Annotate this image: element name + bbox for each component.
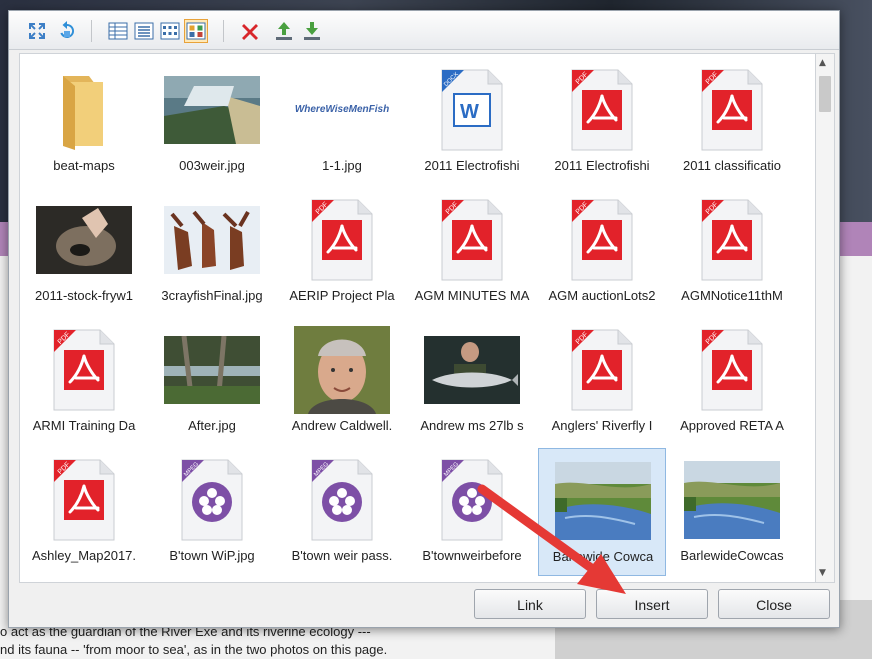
image-thumbnail: [162, 196, 262, 284]
logo-text: WhereWiseMenFish: [294, 104, 390, 115]
file-name-label: Andrew Caldwell.: [291, 418, 393, 433]
upload-icon[interactable]: [273, 20, 295, 42]
file-item[interactable]: PDF 2011 Electrofishi: [538, 58, 666, 186]
toolbar-separator: [223, 20, 224, 42]
pdf-file-icon: PDF: [34, 326, 134, 414]
file-name-label: beat-maps: [53, 158, 115, 173]
file-name-label: Barlewide Cowca: [552, 549, 654, 564]
logo-file-icon: WhereWiseMenFish: [292, 66, 392, 154]
file-name-label: AERIP Project Pla: [289, 288, 395, 303]
file-item[interactable]: Andrew ms 27lb s: [408, 318, 536, 446]
file-grid[interactable]: beat-maps 003weir.jpg WhereWiseMenFish 1-1.…: [19, 53, 817, 583]
file-item[interactable]: 3crayfishFinal.jpg: [148, 188, 276, 316]
button-bar: Link Insert Close: [9, 584, 839, 627]
image-thumbnail: [422, 326, 522, 414]
file-name-label: B'townweirbefore: [422, 548, 522, 563]
file-name-label: 2011 Electrofishi: [424, 158, 520, 173]
image-thumbnail: [162, 66, 262, 154]
file-item[interactable]: After.jpg: [148, 318, 276, 446]
mpeg-file-icon: MPEG: [162, 456, 262, 544]
background-text-line: nd its fauna -- 'from moor to sea', as i…: [0, 642, 388, 657]
image-thumbnail: [162, 326, 262, 414]
file-item[interactable]: PDF Approved RETA A: [668, 318, 796, 446]
mpeg-file-icon: MPEG: [422, 456, 522, 544]
scroll-up-icon[interactable]: ▲: [819, 58, 826, 68]
file-name-label: AGMNotice11thM: [681, 288, 783, 303]
folder-file-icon: [34, 66, 134, 154]
mpeg-file-icon: MPEG: [292, 456, 392, 544]
image-thumbnail: [292, 326, 392, 414]
file-name-label: AGM auctionLots2: [548, 288, 656, 303]
pdf-file-icon: PDF: [552, 196, 652, 284]
file-name-label: Andrew ms 27lb s: [420, 418, 524, 433]
toolbar: [9, 11, 839, 50]
vertical-scrollbar[interactable]: ▲ ▼: [815, 53, 835, 583]
file-name-label: 2011 classificatio: [682, 158, 782, 173]
insert-button[interactable]: Insert: [596, 589, 708, 619]
pdf-file-icon: PDF: [682, 326, 782, 414]
file-item[interactable]: PDF AGM auctionLots2: [538, 188, 666, 316]
image-thumbnail: [553, 457, 653, 545]
file-item[interactable]: MPEG B'town WiP.jpg: [148, 448, 276, 576]
file-item[interactable]: PDF AGM MINUTES MA: [408, 188, 536, 316]
file-name-label: Approved RETA A: [680, 418, 784, 433]
pdf-file-icon: PDF: [34, 456, 134, 544]
file-name-label: After.jpg: [188, 418, 236, 433]
file-item[interactable]: PDF 2011 classificatio: [668, 58, 796, 186]
toolbar-separator: [91, 20, 92, 42]
image-thumbnail: [682, 456, 782, 544]
file-item[interactable]: 2011-stock-fryw1: [20, 188, 148, 316]
file-item[interactable]: Barlewide Cowca: [538, 448, 666, 576]
pdf-file-icon: PDF: [682, 196, 782, 284]
view-details-icon[interactable]: [107, 20, 129, 42]
scroll-down-icon[interactable]: ▼: [819, 568, 826, 578]
file-item[interactable]: MPEG B'townweirbefore: [408, 448, 536, 576]
file-name-label: 3crayfishFinal.jpg: [161, 288, 263, 303]
download-icon[interactable]: [301, 20, 323, 42]
pdf-file-icon: PDF: [552, 66, 652, 154]
file-browser-dialog: beat-maps 003weir.jpg WhereWiseMenFish 1-1.…: [8, 10, 840, 628]
file-name-label: 2011 Electrofishi: [554, 158, 650, 173]
file-name-label: Anglers' Riverfly I: [551, 418, 653, 433]
pdf-file-icon: PDF: [292, 196, 392, 284]
file-item[interactable]: PDF AGMNotice11thM: [668, 188, 796, 316]
file-item[interactable]: 003weir.jpg: [148, 58, 276, 186]
file-name-label: B'town WiP.jpg: [169, 548, 255, 563]
delete-icon[interactable]: [239, 20, 261, 42]
file-item[interactable]: WhereWiseMenFish 1-1.jpg: [278, 58, 406, 186]
pdf-file-icon: PDF: [552, 326, 652, 414]
docx-file-icon: W DOCX: [422, 66, 522, 154]
file-name-label: BarlewideCowcas: [680, 548, 784, 563]
link-button[interactable]: Link: [474, 589, 586, 619]
file-name-label: 2011-stock-fryw1: [34, 288, 133, 303]
file-item[interactable]: W DOCX 2011 Electrofishi: [408, 58, 536, 186]
file-item[interactable]: BarlewideCowcas: [668, 448, 796, 576]
file-item[interactable]: PDF AERIP Project Pla: [278, 188, 406, 316]
close-button[interactable]: Close: [718, 589, 830, 619]
file-item[interactable]: PDF Ashley_Map2017.: [20, 448, 148, 576]
file-item[interactable]: PDF ARMI Training Da: [20, 318, 148, 446]
expand-icon[interactable]: [26, 20, 48, 42]
view-list-icon[interactable]: [133, 20, 155, 42]
file-item[interactable]: beat-maps: [20, 58, 148, 186]
scrollbar-thumb[interactable]: [819, 76, 831, 112]
file-name-label: 1-1.jpg: [322, 158, 362, 173]
file-item[interactable]: Andrew Caldwell.: [278, 318, 406, 446]
view-large-icons-icon[interactable]: [185, 20, 207, 42]
file-name-label: ARMI Training Da: [32, 418, 136, 433]
refresh-icon[interactable]: [56, 20, 78, 42]
file-item[interactable]: MPEG B'town weir pass.: [278, 448, 406, 576]
file-name-label: AGM MINUTES MA: [414, 288, 530, 303]
pdf-file-icon: PDF: [422, 196, 522, 284]
svg-text:W: W: [460, 101, 479, 123]
file-item[interactable]: PDF Anglers' Riverfly I: [538, 318, 666, 446]
image-thumbnail: [34, 196, 134, 284]
file-name-label: B'town weir pass.: [291, 548, 393, 563]
pdf-file-icon: PDF: [682, 66, 782, 154]
file-name-label: 003weir.jpg: [179, 158, 245, 173]
file-name-label: Ashley_Map2017.: [31, 548, 137, 563]
view-small-icons-icon[interactable]: [159, 20, 181, 42]
